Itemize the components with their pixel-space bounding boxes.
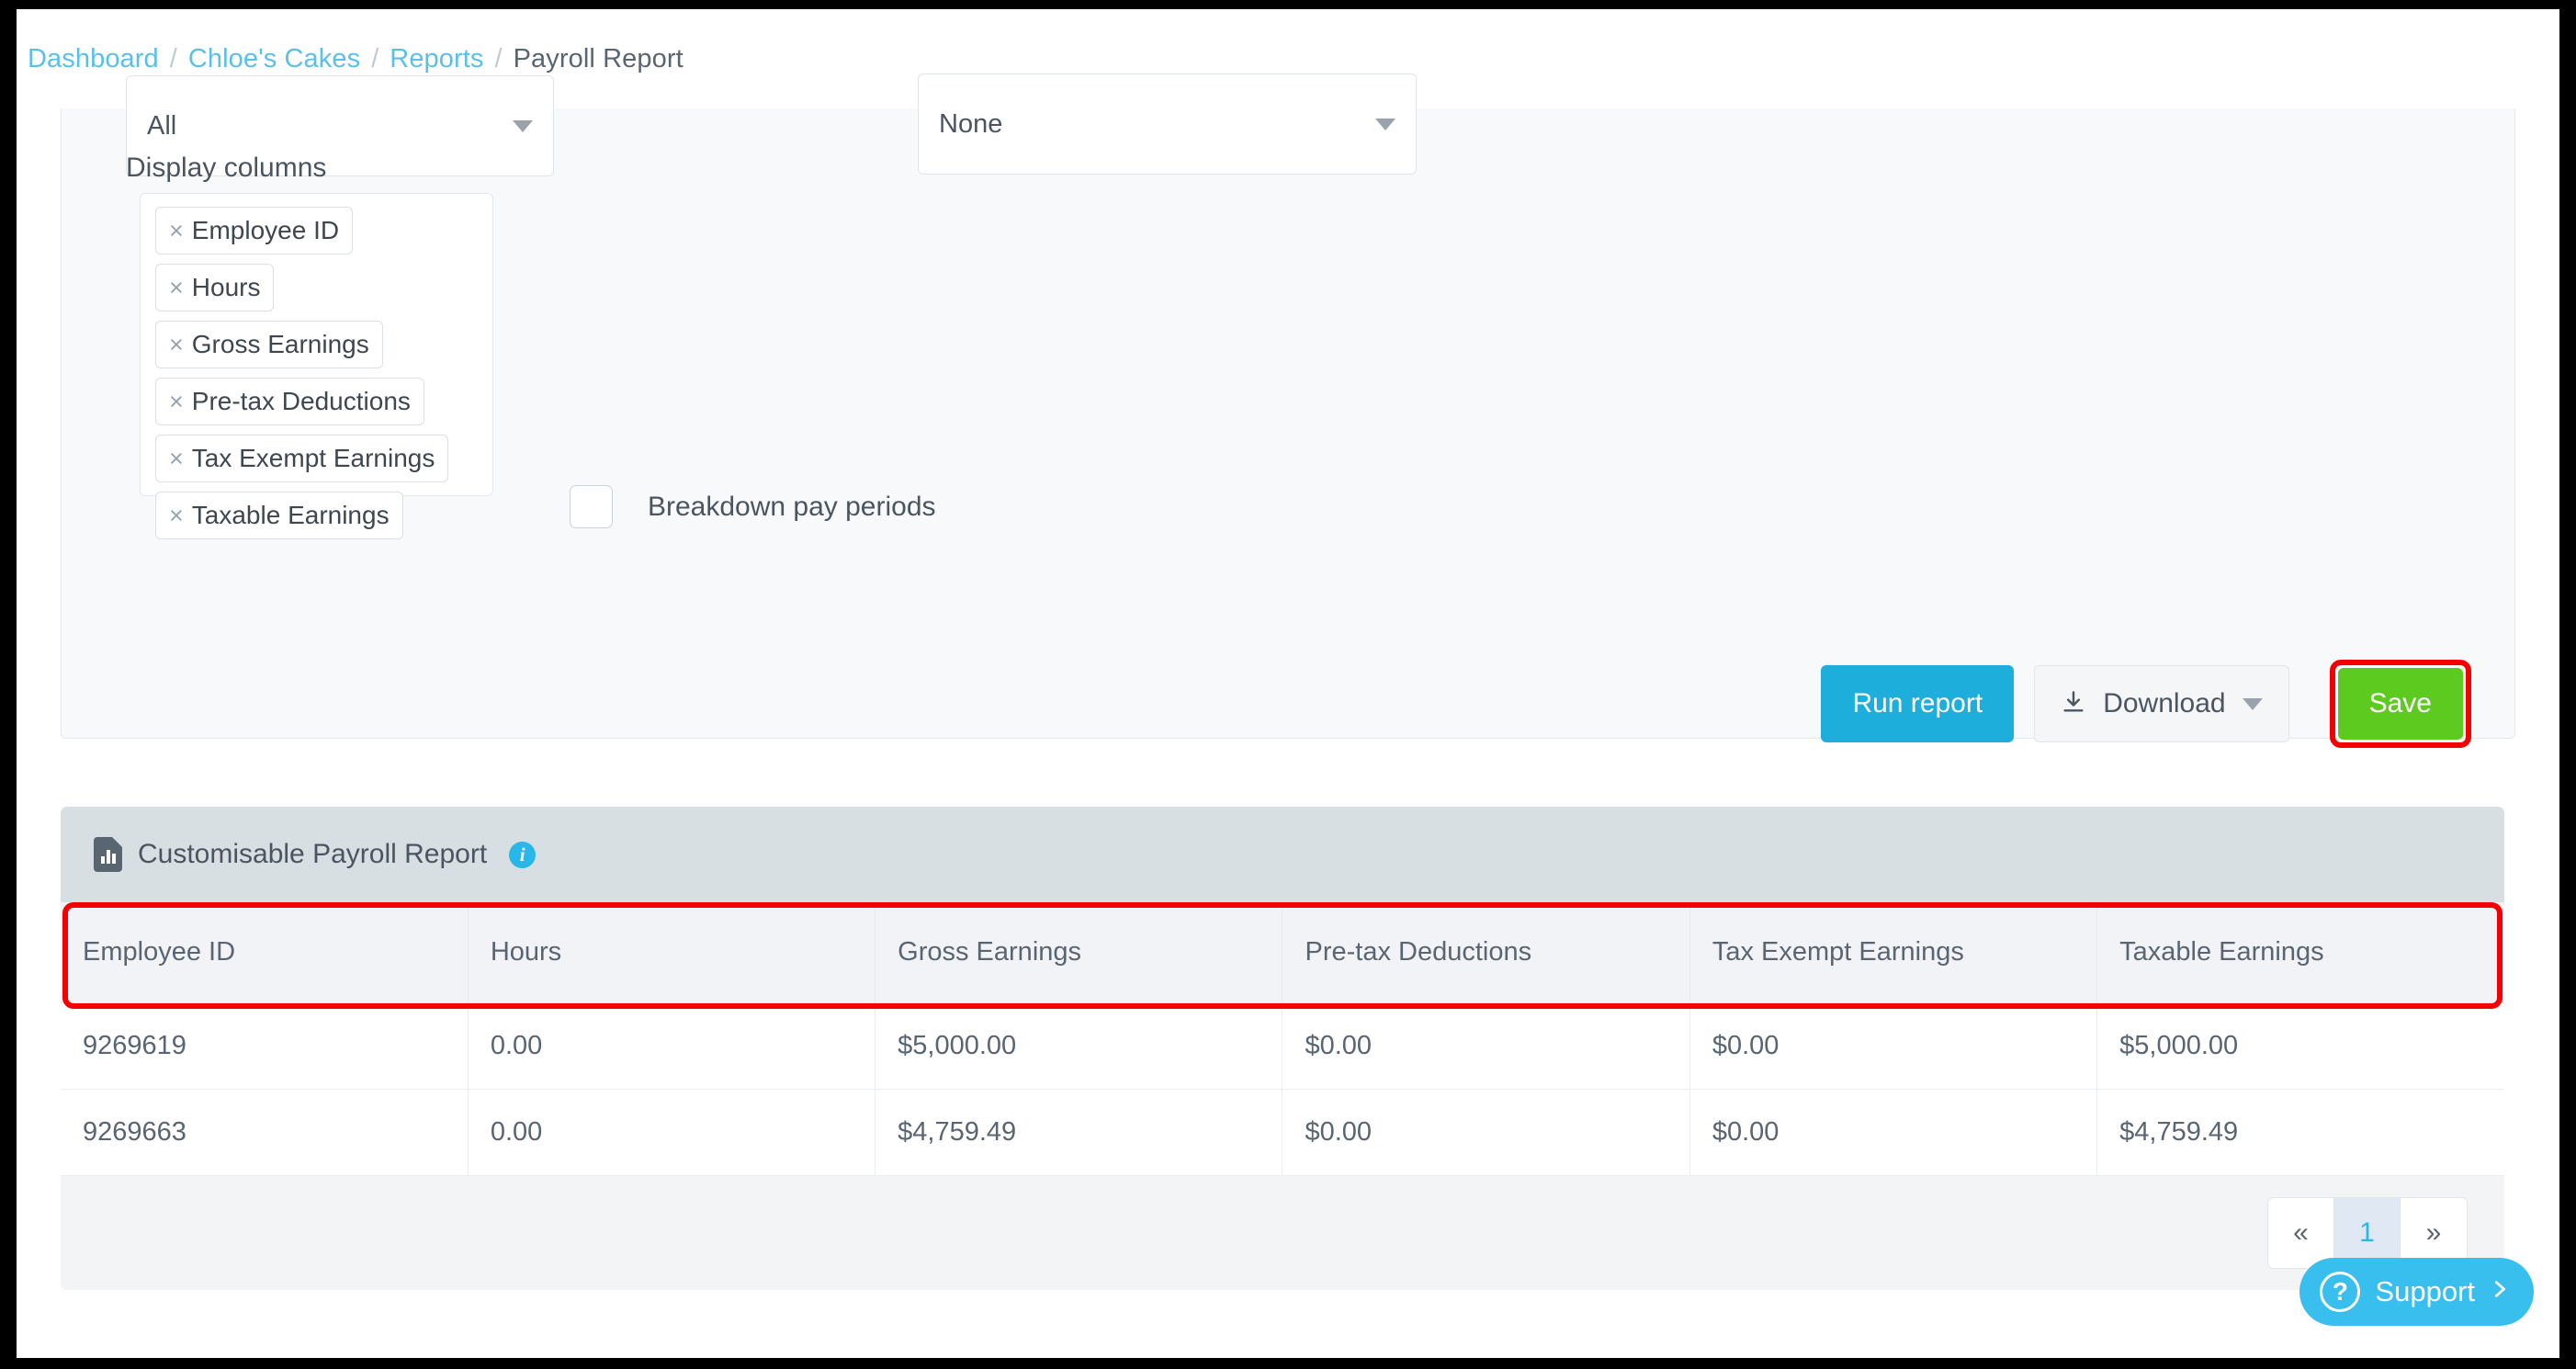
breadcrumb-item-2[interactable]: Chloe's Cakes xyxy=(188,44,360,74)
table-cell: $5,000.00 xyxy=(876,1003,1282,1090)
display-column-chip[interactable]: × Tax Exempt Earnings xyxy=(155,435,448,482)
table-footer: « 1 » xyxy=(61,1176,2504,1290)
table-cell: 9269663 xyxy=(61,1090,468,1176)
table-cell: $0.00 xyxy=(1282,1003,1689,1090)
table-cell: $0.00 xyxy=(1282,1090,1689,1176)
download-label: Download xyxy=(2103,688,2225,719)
table-cell: $5,000.00 xyxy=(2097,1003,2504,1090)
display-columns-label: Display columns xyxy=(126,153,326,184)
table-column-header: Hours xyxy=(468,902,875,1003)
chip-label: Gross Earnings xyxy=(192,330,369,359)
table-cell: 0.00 xyxy=(468,1090,875,1176)
chevron-right-icon xyxy=(2490,1273,2510,1310)
breadcrumb-item-4: Payroll Report xyxy=(514,44,684,74)
table-cell: $0.00 xyxy=(1689,1003,2096,1090)
table-cell: 9269619 xyxy=(61,1003,468,1090)
chip-label: Hours xyxy=(192,273,261,302)
chip-label: Pre-tax Deductions xyxy=(192,387,411,416)
table-header-row: Employee IDHoursGross EarningsPre-tax De… xyxy=(61,902,2504,1003)
display-column-chip[interactable]: × Taxable Earnings xyxy=(155,492,403,539)
chip-label: Taxable Earnings xyxy=(192,501,390,530)
breadcrumb-item-3[interactable]: Reports xyxy=(390,44,483,74)
breadcrumb-item-1[interactable]: Dashboard xyxy=(28,44,159,74)
payroll-report-table: Employee IDHoursGross EarningsPre-tax De… xyxy=(61,902,2504,1176)
display-column-chip[interactable]: × Gross Earnings xyxy=(155,321,383,368)
chevron-down-icon xyxy=(1375,119,1395,130)
info-icon[interactable]: i xyxy=(509,842,536,868)
support-button[interactable]: ? Support xyxy=(2299,1258,2534,1326)
report-card-header: Customisable Payroll Report i xyxy=(61,807,2504,902)
table-column-header: Gross Earnings xyxy=(876,902,1282,1003)
display-column-chip[interactable]: × Hours xyxy=(155,264,274,311)
table-column-header: Tax Exempt Earnings xyxy=(1689,902,2096,1003)
report-card-title: Customisable Payroll Report xyxy=(138,839,487,870)
pagination-prev-button[interactable]: « xyxy=(2268,1198,2334,1268)
report-document-icon xyxy=(94,837,122,872)
chip-remove-icon[interactable]: × xyxy=(169,333,184,357)
chevron-down-icon xyxy=(2243,698,2263,710)
chip-remove-icon[interactable]: × xyxy=(169,503,184,528)
chip-remove-icon[interactable]: × xyxy=(169,276,184,300)
select-employees-value: All xyxy=(147,111,513,141)
chevron-down-icon xyxy=(513,120,533,132)
report-table-wrap: Employee IDHoursGross EarningsPre-tax De… xyxy=(61,902,2504,1290)
breakdown-pay-periods-row[interactable]: Breakdown pay periods xyxy=(570,485,936,528)
breakdown-pay-periods-label: Breakdown pay periods xyxy=(648,492,936,523)
chip-remove-icon[interactable]: × xyxy=(169,447,184,471)
table-column-header: Employee ID xyxy=(61,902,468,1003)
support-label: Support xyxy=(2375,1275,2475,1308)
table-cell: $4,759.49 xyxy=(876,1090,1282,1176)
display-column-chip[interactable]: × Pre-tax Deductions xyxy=(155,378,424,425)
breadcrumb-separator: / xyxy=(371,44,378,74)
chip-label: Tax Exempt Earnings xyxy=(192,444,435,473)
filter-actions: Run report Download Save xyxy=(1821,660,2471,748)
download-icon xyxy=(2061,688,2086,720)
display-column-chip[interactable]: × Employee ID xyxy=(155,207,353,255)
chip-label: Employee ID xyxy=(192,216,339,245)
table-cell: $0.00 xyxy=(1689,1090,2096,1176)
report-card: Customisable Payroll Report i Employee I… xyxy=(61,807,2504,1290)
select-grouping-value: None xyxy=(939,109,1375,140)
table-column-header: Taxable Earnings xyxy=(2097,902,2504,1003)
save-button-highlight: Save xyxy=(2330,660,2471,748)
chip-remove-icon[interactable]: × xyxy=(169,219,184,243)
page-body: All None Display columns × Employee ID × Ho… xyxy=(17,108,2559,1358)
save-button[interactable]: Save xyxy=(2338,668,2463,740)
table-row: 92696190.00$5,000.00$0.00$0.00$5,000.00 xyxy=(61,1003,2504,1090)
table-cell: 0.00 xyxy=(468,1003,875,1090)
breakdown-pay-periods-checkbox[interactable] xyxy=(570,485,613,528)
report-filter-panel: All None Display columns × Employee ID × Ho… xyxy=(61,108,2515,739)
select-grouping-dropdown[interactable]: None xyxy=(918,74,1417,175)
table-column-header: Pre-tax Deductions xyxy=(1282,902,1689,1003)
table-row: 92696630.00$4,759.49$0.00$0.00$4,759.49 xyxy=(61,1090,2504,1176)
breadcrumb-separator: / xyxy=(495,44,503,74)
run-report-button[interactable]: Run report xyxy=(1821,665,2014,742)
chip-remove-icon[interactable]: × xyxy=(169,390,184,414)
question-mark-icon: ? xyxy=(2320,1272,2360,1312)
app-viewport: Dashboard / Chloe's Cakes / Reports / Payroll … xyxy=(17,9,2559,1358)
display-columns-chips-field[interactable]: × Employee ID × Hours × Gross Earnings × Pre-ta… xyxy=(140,193,493,496)
table-body: 92696190.00$5,000.00$0.00$0.00$5,000.009… xyxy=(61,1003,2504,1176)
breadcrumb-separator: / xyxy=(170,44,177,74)
table-head: Employee IDHoursGross EarningsPre-tax De… xyxy=(61,902,2504,1003)
table-cell: $4,759.49 xyxy=(2097,1090,2504,1176)
download-button[interactable]: Download xyxy=(2034,665,2288,742)
